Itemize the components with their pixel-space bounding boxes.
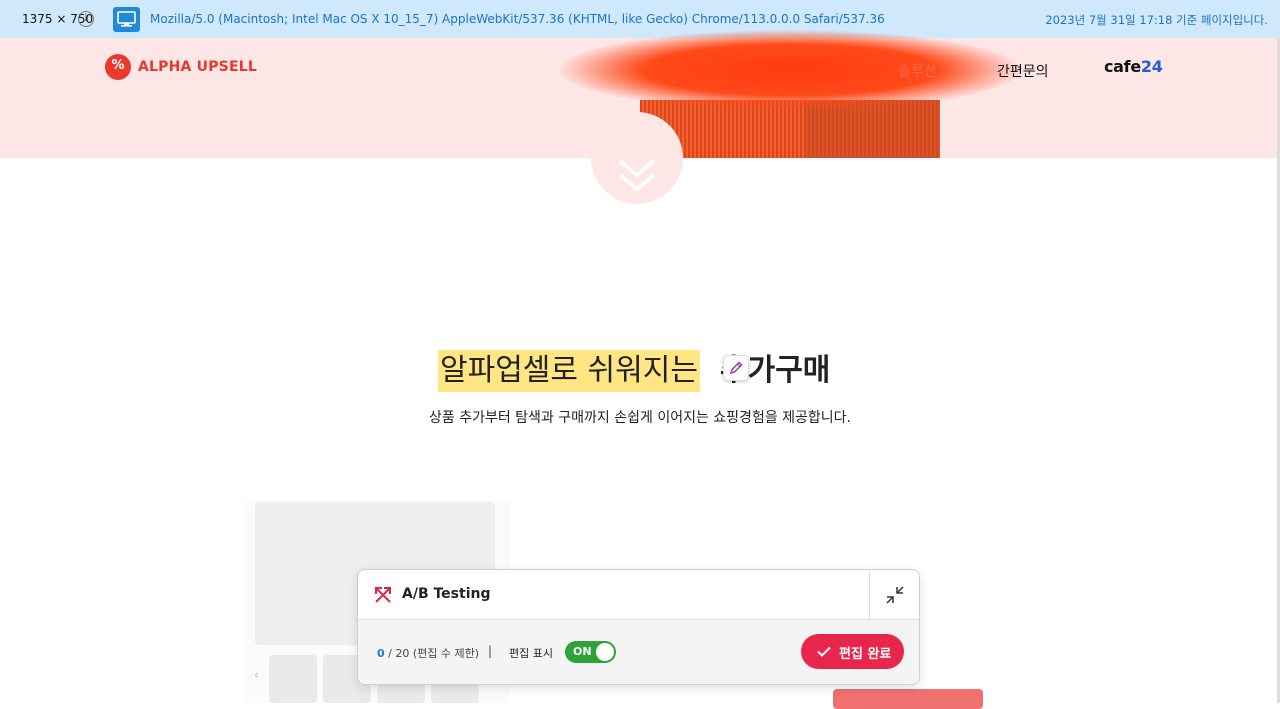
prev-arrow-icon: ‹ [254,668,259,682]
edit-done-label: 편집 완료 [839,647,892,662]
user-agent-text: Mozilla/5.0 (Macintosh; Intel Mac OS X 1… [150,12,885,26]
check-icon [817,646,831,657]
cafe24-suffix: 24 [1140,57,1163,76]
headline-highlighted[interactable]: 알파업셀로 쉬워지는 [438,350,700,392]
cta-button-peek[interactable] [833,689,983,709]
nav-solution[interactable]: 솔루션 [898,61,937,81]
toggle-knob [596,643,614,661]
capture-date: 2023년 7월 31일 17:18 기준 페이지입니다. [1045,13,1268,27]
collapse-button[interactable] [869,570,919,619]
show-edits-label: 편집 표시 [509,647,553,660]
show-edits-toggle[interactable]: ON [565,641,616,663]
nav-cafe24-logo[interactable]: cafe24 [1104,57,1163,76]
cafe24-prefix: cafe [1104,57,1141,76]
edit-count-current: 0 [377,647,385,660]
edit-done-button[interactable]: 편집 완료 [801,634,904,669]
ab-panel-title: A/B Testing [402,586,491,602]
hero-subline: 상품 추가부터 탐색과 구매까지 손쉽게 이어지는 쇼핑경험을 제공합니다. [429,410,851,426]
double-chevron-down-icon [618,159,656,192]
ab-panel-body: 0 / 20 (편집 수 제한) | 편집 표시 ON 편집 완료 [358,620,919,684]
info-icon[interactable]: i [78,11,94,27]
logo-text[interactable]: ALPHA UPSELL [138,59,257,75]
collapse-icon [886,586,904,604]
toggle-state-label: ON [573,645,592,658]
pencil-icon[interactable] [723,355,749,381]
ab-panel-header: A/B Testing [358,570,919,620]
logo-badge-icon[interactable]: % [105,54,131,80]
nav-inquiry[interactable]: 간편문의 [997,61,1049,81]
ab-testing-panel: A/B Testing 0 / 20 (편집 수 제한) | 편집 표시 ON … [357,569,920,685]
edit-count-limit: / 20 (편집 수 제한) [384,647,480,660]
ab-testing-icon [375,587,391,603]
edit-count: 0 / 20 (편집 수 제한) [377,645,479,661]
hero-blur-glow [560,30,1020,110]
mockup-thumb [269,655,317,703]
monitor-icon[interactable] [113,7,140,32]
separator: | [488,644,493,658]
